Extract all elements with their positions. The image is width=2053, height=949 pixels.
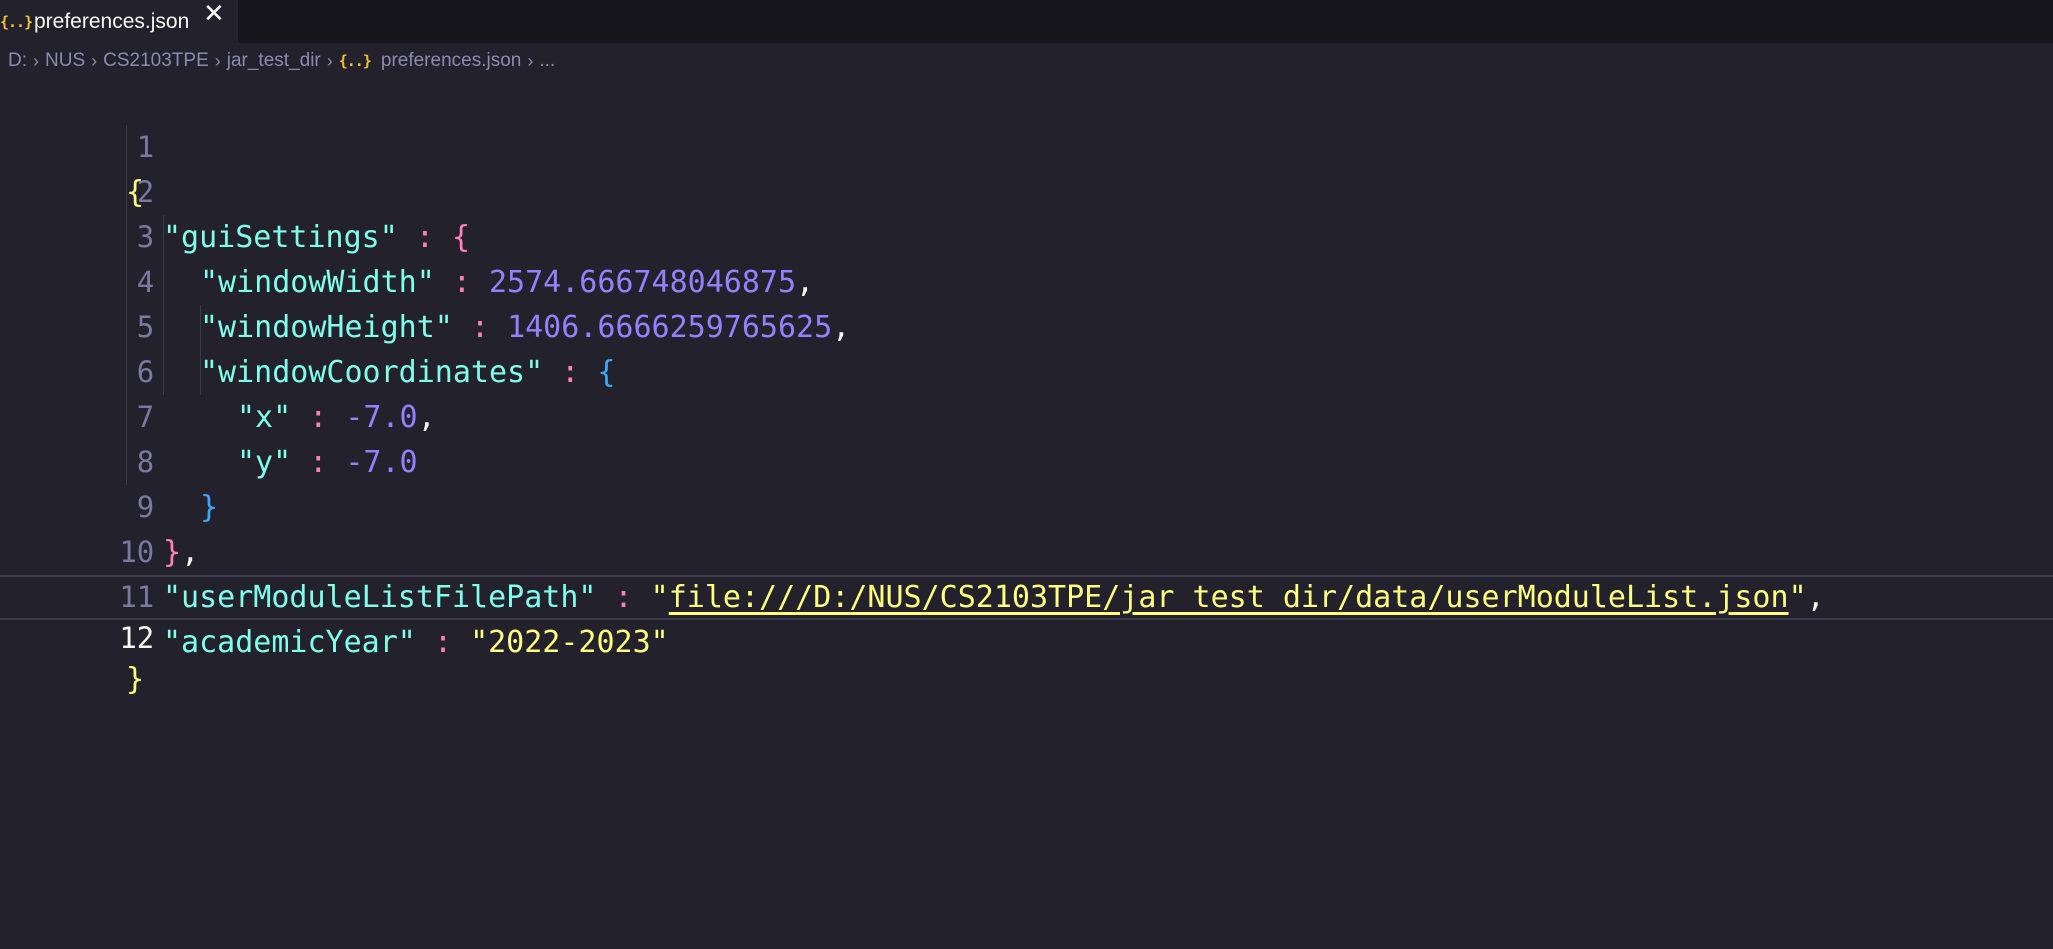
- chevron-right-icon: ›: [527, 50, 534, 71]
- breadcrumb: D: › NUS › CS2103TPE › jar_test_dir › {.…: [0, 43, 2053, 79]
- breadcrumb-item-nus[interactable]: NUS: [45, 50, 85, 72]
- code-line: 4 "windowHeight" : 1406.6666259765625,: [0, 215, 2053, 345]
- code-text: }: [126, 662, 145, 697]
- tab-preferences-json[interactable]: {..} preferences.json ✕: [0, 0, 238, 43]
- breadcrumb-item-symbols[interactable]: ...: [539, 50, 555, 72]
- code-text: "academicYear" : "2022-2023": [163, 625, 669, 660]
- breadcrumb-item-file[interactable]: preferences.json: [381, 50, 521, 72]
- breadcrumb-item-cs2103tpe[interactable]: CS2103TPE: [103, 50, 209, 72]
- chevron-right-icon: ›: [214, 50, 221, 71]
- line-number: 12: [119, 621, 155, 655]
- tab-bar: {..} preferences.json ✕: [0, 0, 2053, 43]
- code-line: 11 "academicYear" : "2022-2023": [0, 530, 2053, 660]
- chevron-right-icon: ›: [91, 50, 98, 71]
- close-icon[interactable]: ✕: [203, 0, 225, 26]
- code-line: 10 "userModuleListFilePath" : "file:///D…: [0, 485, 2053, 615]
- code-line: 8 }: [0, 395, 2053, 525]
- code-line: 5 "windowCoordinates" : {: [0, 260, 2053, 390]
- current-line: 12 }: [0, 575, 2053, 697]
- json-file-icon: {..}: [338, 52, 372, 70]
- code-line: 9 },: [0, 440, 2053, 570]
- chevron-right-icon: ›: [33, 50, 39, 71]
- code-line: 3 "windowWidth" : 2574.666748046875,: [0, 170, 2053, 300]
- json-file-icon: {..}: [0, 12, 33, 31]
- chevron-right-icon: ›: [326, 50, 333, 71]
- breadcrumb-item-drive[interactable]: D:: [8, 50, 27, 72]
- code-line: 2 "guiSettings" : {: [0, 125, 2053, 255]
- breadcrumb-item-jar-test-dir[interactable]: jar_test_dir: [227, 50, 321, 72]
- code-line: 1 {: [0, 80, 2053, 210]
- tab-label: preferences.json: [34, 9, 190, 33]
- code-line: 6 "x" : -7.0,: [0, 305, 2053, 435]
- code-editor[interactable]: 1 { 2 "guiSettings" : { 3 "windowWidth" …: [0, 80, 2053, 949]
- code-line: 7 "y" : -7.0: [0, 350, 2053, 480]
